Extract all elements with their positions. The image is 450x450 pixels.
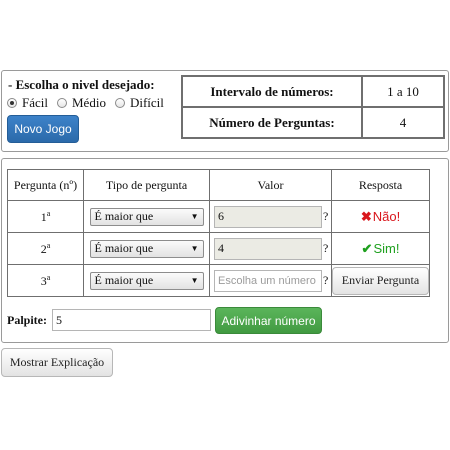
radio-label: Fácil bbox=[22, 95, 48, 110]
cross-icon: ✖ bbox=[360, 208, 372, 224]
value-input: 6 bbox=[214, 205, 322, 228]
difficulty-radio-group: Fácil Médio Difícil bbox=[7, 95, 173, 111]
header-question-number: Pergunta (nº) bbox=[7, 169, 84, 201]
value-cell: Escolha um número ? bbox=[209, 264, 332, 297]
answer-cell: Enviar Pergunta bbox=[331, 264, 430, 297]
dropdown-arrow-icon: ▼ bbox=[190, 244, 199, 253]
question-type-cell: É maior que ▼ bbox=[83, 264, 210, 297]
header-question-type: Tipo de pergunta bbox=[83, 169, 210, 201]
answer-yes: ✔Sim! bbox=[362, 241, 400, 256]
answer-cell: ✖Não! bbox=[331, 200, 430, 233]
radio-checked-icon[interactable] bbox=[7, 98, 17, 108]
radio-label: Médio bbox=[72, 95, 106, 110]
answer-cell: ✔Sim! bbox=[331, 232, 430, 265]
radio-medio[interactable]: Médio bbox=[57, 95, 106, 111]
table-header-row: Pergunta (nº) Tipo de pergunta Valor Res… bbox=[7, 169, 430, 201]
value-cell: 4 ? bbox=[209, 232, 332, 265]
new-game-button[interactable]: Novo Jogo bbox=[7, 115, 79, 143]
question-type-select[interactable]: É maior que ▼ bbox=[89, 271, 204, 290]
table-row: 2a É maior que ▼ 4 ? ✔Sim! bbox=[7, 232, 430, 265]
answer-text: Sim! bbox=[373, 240, 400, 256]
question-mark: ? bbox=[323, 241, 329, 255]
header-value: Valor bbox=[209, 169, 332, 201]
range-label: Intervalo de números: bbox=[181, 75, 363, 108]
settings-panel: - Escolha o nivel desejado: Fácil Médio … bbox=[1, 70, 449, 152]
dropdown-arrow-icon: ▼ bbox=[190, 276, 199, 285]
question-number: 1a bbox=[7, 200, 84, 233]
guess-label: Palpite: bbox=[7, 313, 47, 327]
ordinal-suffix: a bbox=[46, 272, 51, 282]
questions-table: Pergunta (nº) Tipo de pergunta Valor Res… bbox=[7, 169, 430, 297]
table-row: Intervalo de números: 1 a 10 bbox=[181, 75, 445, 108]
question-type-select[interactable]: É maior que ▼ bbox=[89, 239, 204, 258]
radio-dificil[interactable]: Difícil bbox=[114, 95, 164, 111]
radio-unchecked-icon[interactable] bbox=[114, 98, 125, 108]
table-row: 1a É maior que ▼ 6 ? ✖Não! bbox=[7, 200, 430, 233]
value-input[interactable]: Escolha um número bbox=[214, 269, 322, 292]
send-question-button[interactable]: Enviar Pergunta bbox=[332, 266, 429, 295]
select-value: É maior que bbox=[94, 241, 154, 255]
check-icon: ✔ bbox=[361, 240, 373, 256]
table-row: Número de Perguntas: 4 bbox=[181, 106, 445, 139]
answer-no: ✖Não! bbox=[361, 209, 400, 224]
ordinal-suffix: a bbox=[46, 240, 51, 250]
question-mark: ? bbox=[323, 209, 329, 223]
guess-number-button[interactable]: Adivinhar número bbox=[215, 307, 322, 334]
range-value: 1 a 10 bbox=[361, 75, 445, 108]
question-number: 3a bbox=[7, 264, 84, 297]
radio-unchecked-icon[interactable] bbox=[57, 98, 67, 108]
table-row: 3a É maior que ▼ Escolha um número ? Env… bbox=[7, 264, 430, 297]
question-type-cell: É maior que ▼ bbox=[83, 200, 210, 233]
questions-panel: Pergunta (nº) Tipo de pergunta Valor Res… bbox=[1, 158, 449, 343]
question-count-label: Número de Perguntas: bbox=[181, 106, 363, 139]
select-value: É maior que bbox=[94, 209, 154, 223]
question-count-value: 4 bbox=[361, 106, 445, 139]
radio-facil[interactable]: Fácil bbox=[7, 95, 48, 111]
header-answer: Resposta bbox=[331, 169, 430, 201]
guess-input[interactable]: 5 bbox=[52, 309, 211, 331]
difficulty-label: - Escolha o nivel desejado: bbox=[8, 77, 155, 92]
question-type-cell: É maior que ▼ bbox=[83, 232, 210, 265]
answer-text: Não! bbox=[372, 208, 401, 224]
ordinal-suffix: a bbox=[46, 208, 51, 218]
question-mark: ? bbox=[323, 273, 329, 287]
value-input: 4 bbox=[214, 237, 322, 260]
dropdown-arrow-icon: ▼ bbox=[190, 212, 199, 221]
question-number: 2a bbox=[7, 232, 84, 265]
value-cell: 6 ? bbox=[209, 200, 332, 233]
select-value: É maior que bbox=[94, 273, 154, 287]
radio-label: Difícil bbox=[129, 95, 164, 110]
show-explanation-button[interactable]: Mostrar Explicação bbox=[1, 348, 113, 377]
question-type-select[interactable]: É maior que ▼ bbox=[89, 207, 204, 226]
game-info-table: Intervalo de números: 1 a 10 Número de P… bbox=[181, 75, 445, 139]
